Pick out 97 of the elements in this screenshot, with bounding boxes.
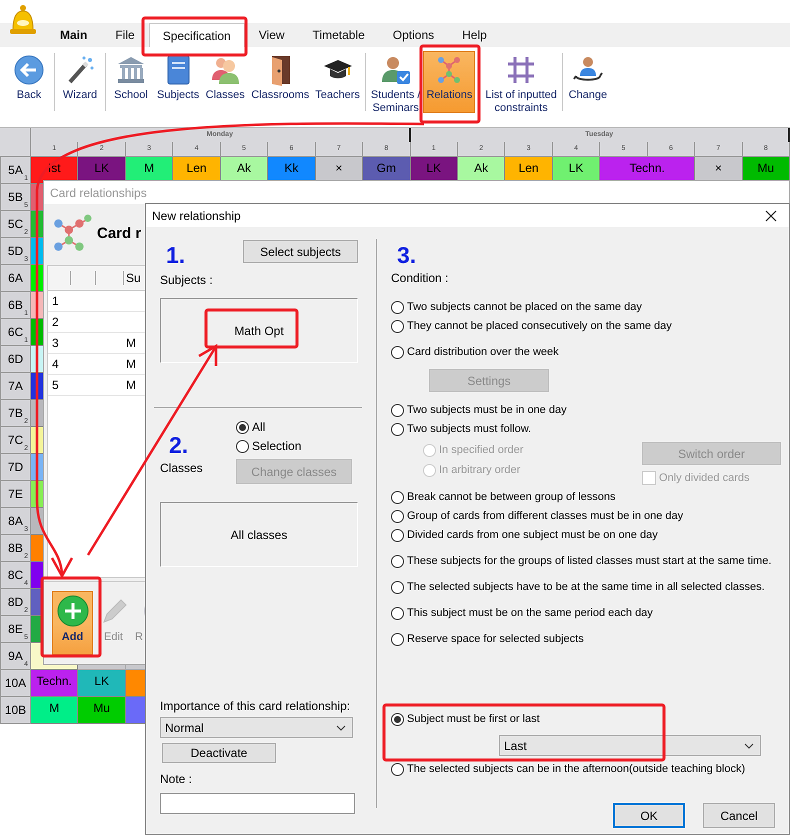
subject-item[interactable]: Math Opt (234, 324, 284, 338)
radio-option[interactable]: Subject must be first or last (391, 711, 781, 727)
row-number: 3 (51, 336, 60, 350)
row-number: 4 (51, 357, 60, 371)
toolbar-button[interactable]: Back (6, 51, 52, 105)
class-label[interactable]: 7A (0, 373, 31, 400)
toolbar-button[interactable]: School (108, 51, 154, 105)
radio-button[interactable] (236, 440, 249, 452)
class-label[interactable]: 7E (0, 481, 31, 508)
radio-button[interactable] (391, 762, 404, 776)
menu-tab[interactable]: Main (46, 23, 102, 47)
note-field[interactable] (160, 793, 355, 814)
radio-option[interactable]: The selected subjects have to be at the same time in all selected classes. (391, 579, 781, 595)
radio-option[interactable]: Reserve space for selected subjects (391, 631, 781, 647)
lesson-card[interactable]: Mu (78, 697, 126, 724)
radio-button[interactable] (391, 346, 404, 358)
class-label[interactable]: 6A (0, 265, 31, 292)
radio-button[interactable] (391, 490, 404, 504)
class-label[interactable]: 10B (0, 697, 31, 724)
radio-option[interactable]: Selection (236, 438, 352, 454)
row-number: 1 (51, 294, 60, 308)
toolbar-button[interactable]: Change (564, 51, 611, 105)
row-number: 2 (51, 315, 60, 329)
radio-option[interactable]: Two subjects must be in one day (391, 402, 781, 418)
subjects-label: Subjects : (160, 273, 214, 287)
radio-option[interactable]: The selected subjects can be in the afternoon(outside teaching block) (391, 761, 781, 777)
radio-button[interactable] (391, 404, 404, 416)
select-subjects-button[interactable]: Select subjects (243, 240, 358, 263)
radio-button[interactable] (236, 420, 249, 434)
radio-option[interactable]: Break cannot be between group of lessons (391, 489, 781, 505)
window-heading: Card r (97, 224, 142, 242)
radio-option[interactable]: Two subjects must follow. (391, 421, 781, 437)
radio-option[interactable]: Group of cards from different classes must be in one day (391, 508, 781, 524)
class-label[interactable]: 10A (0, 670, 31, 697)
radio-option[interactable]: These subjects for the groups of listed classes must start at the same time. (391, 553, 781, 569)
toolbar-icon (115, 54, 147, 86)
header-corner (0, 128, 31, 157)
table-cell-text: M (125, 357, 137, 371)
radio-button[interactable] (391, 712, 404, 726)
toolbar-button[interactable]: Subjects (154, 51, 202, 105)
cancel-button[interactable]: Cancel (703, 803, 775, 828)
step-number: 2. (169, 433, 190, 457)
radio-button[interactable] (391, 606, 404, 620)
toolbar-button[interactable]: Wizard (57, 51, 103, 105)
class-label[interactable]: 7D (0, 454, 31, 481)
condition-label: Condition : (391, 271, 450, 285)
window-title: Card relationships (44, 181, 789, 204)
caret-icon (744, 742, 754, 748)
radio-button[interactable] (391, 632, 404, 646)
lesson-card[interactable]: Techn. (31, 670, 78, 697)
toolbar-button[interactable]: List of inputted constraints (482, 51, 560, 118)
radio-option[interactable]: Divided cards from one subject must be on one day (391, 527, 781, 543)
class-label[interactable]: 6D (0, 346, 31, 373)
table-cell-text: M (125, 378, 137, 392)
toolbar-button[interactable]: Teachers (312, 51, 363, 105)
radio-option[interactable]: Card distribution over the week (391, 344, 781, 360)
step-number: 1. (166, 243, 186, 267)
toolbar-button[interactable]: Classrooms (248, 51, 312, 105)
toolbar-icon (13, 54, 45, 86)
table-cell-text: M (125, 336, 137, 350)
dialog-title: New relationship (152, 208, 241, 222)
classes-list: All classes (160, 502, 358, 567)
importance-select[interactable]: Normal (160, 717, 353, 738)
radio-option[interactable]: All (236, 419, 352, 435)
radio-button[interactable] (391, 580, 404, 594)
deactivate-button[interactable]: Deactivate (162, 743, 276, 763)
classes-label: Classes (160, 461, 204, 475)
note-label: Note : (160, 772, 194, 786)
radio-option[interactable]: Two subjects cannot be placed on the same day (391, 299, 781, 315)
radio-option[interactable]: They cannot be placed consecutively on the same day (391, 318, 781, 334)
menu-tab[interactable]: View (244, 23, 299, 47)
radio-button[interactable] (391, 422, 404, 436)
radio-button[interactable] (391, 320, 404, 332)
step-number: 3. (397, 243, 418, 267)
toolbar-icon (380, 54, 412, 86)
menu-tab[interactable]: Options (378, 23, 448, 47)
caret-icon (336, 724, 346, 730)
radio-button[interactable] (391, 554, 404, 568)
radio-button[interactable] (391, 528, 404, 542)
menu-tab[interactable]: File (101, 23, 149, 47)
radio-button[interactable] (391, 510, 404, 522)
ok-button[interactable]: OK (613, 803, 685, 828)
lesson-card[interactable]: M (31, 697, 78, 724)
row-number: 5 (51, 378, 60, 392)
toolbar-button[interactable]: Classes (202, 51, 248, 105)
menu-tab[interactable]: Specification (148, 23, 245, 47)
radio-button[interactable] (391, 300, 404, 314)
add-button[interactable]: Add (52, 591, 93, 655)
plus-icon (56, 595, 88, 627)
menu-tab[interactable]: Help (448, 23, 501, 47)
lesson-card[interactable]: LK (78, 670, 126, 697)
radio-option[interactable]: This subject must be on the same period each day (391, 605, 781, 621)
importance-label: Importance of this card relationship: (160, 699, 352, 713)
toolbar-button[interactable]: Relations (423, 51, 476, 113)
close-icon[interactable] (765, 210, 777, 222)
position-select[interactable]: Last (499, 735, 761, 756)
menu-tab[interactable]: Timetable (298, 23, 379, 47)
